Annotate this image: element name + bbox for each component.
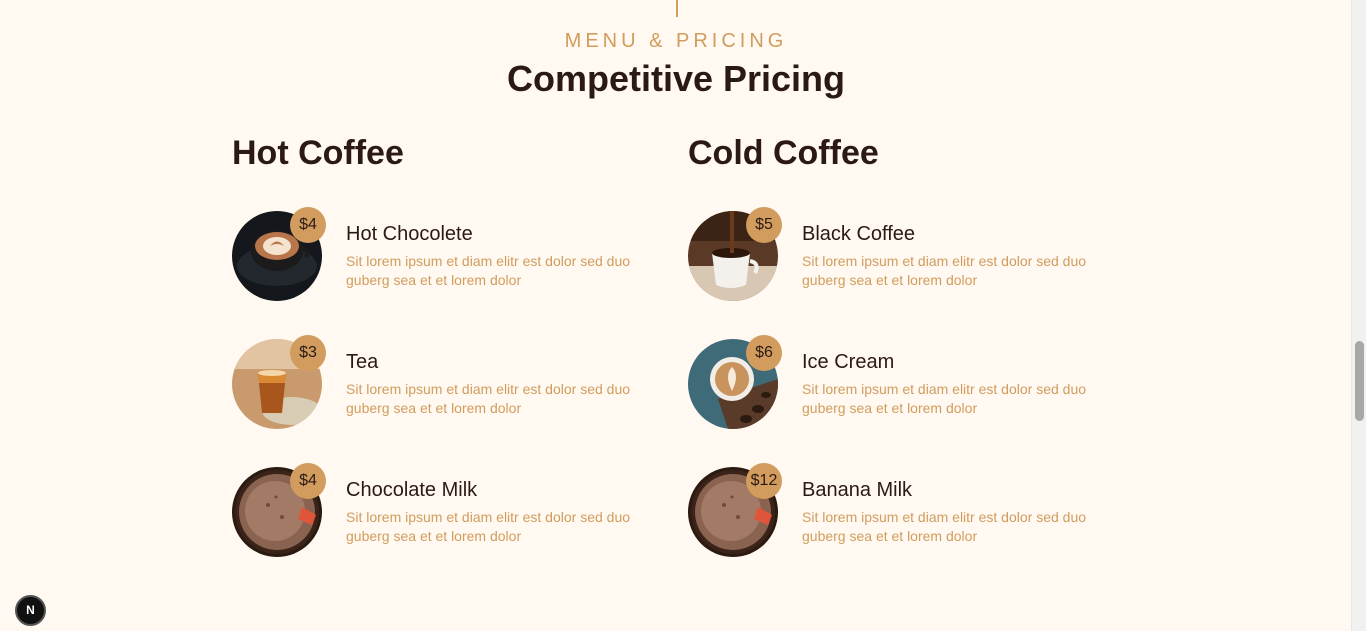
item-name: Hot Chocolete	[346, 223, 473, 245]
hot-coffee-list: $4 Hot Chocolete Sit lorem ipsum et diam…	[232, 207, 672, 557]
menu-item[interactable]: $4 Chocolate Milk Sit lorem ipsum et dia…	[232, 463, 672, 557]
hot-coffee-column: Hot Coffee $4 Hot Chocolete Sit lorem ip…	[232, 130, 672, 557]
cold-coffee-column: Cold Coffee $5 Black Coffee Sit lorem ip…	[688, 130, 1128, 557]
item-name: Tea	[346, 351, 379, 373]
price-badge: $12	[746, 463, 782, 499]
item-description: Sit lorem ipsum et diam elitr est dolor …	[802, 381, 1087, 416]
page-title: Competitive Pricing	[506, 58, 846, 99]
menu-item[interactable]: $12 Banana Milk Sit lorem ipsum et diam …	[688, 463, 1128, 557]
price-badge: $6	[746, 335, 782, 371]
menu-item[interactable]: $6 Ice Cream Sit lorem ipsum et diam eli…	[688, 335, 1128, 429]
cold-coffee-list: $5 Black Coffee Sit lorem ipsum et diam …	[688, 207, 1128, 557]
item-description: Sit lorem ipsum et diam elitr est dolor …	[346, 253, 631, 288]
item-name: Ice Cream	[802, 351, 895, 373]
item-description: Sit lorem ipsum et diam elitr est dolor …	[802, 253, 1087, 288]
scrollbar-thumb[interactable]	[1355, 341, 1364, 421]
item-name: Black Coffee	[802, 223, 916, 245]
menu-item[interactable]: $4 Hot Chocolete Sit lorem ipsum et diam…	[232, 207, 672, 301]
item-name: Chocolate Milk	[346, 479, 478, 501]
item-description: Sit lorem ipsum et diam elitr est dolor …	[802, 509, 1087, 544]
item-description: Sit lorem ipsum et diam elitr est dolor …	[346, 509, 631, 544]
price-badge: $4	[290, 463, 326, 499]
cold-coffee-heading: Cold Coffee	[688, 134, 879, 172]
menu-item[interactable]: $5 Black Coffee Sit lorem ipsum et diam …	[688, 207, 1128, 301]
section-divider-line	[676, 0, 678, 17]
price-badge: $4	[290, 207, 326, 243]
item-name: Banana Milk	[802, 479, 913, 501]
price-badge: $5	[746, 207, 782, 243]
item-description: Sit lorem ipsum et diam elitr est dolor …	[346, 381, 631, 416]
menu-item[interactable]: $3 Tea Sit lorem ipsum et diam elitr est…	[232, 335, 672, 429]
nextjs-icon[interactable]: N	[15, 595, 46, 626]
price-badge: $3	[290, 335, 326, 371]
section-eyebrow: Menu & Pricing	[564, 30, 788, 52]
hot-coffee-heading: Hot Coffee	[232, 134, 404, 172]
page-scrollbar[interactable]	[1351, 0, 1366, 631]
